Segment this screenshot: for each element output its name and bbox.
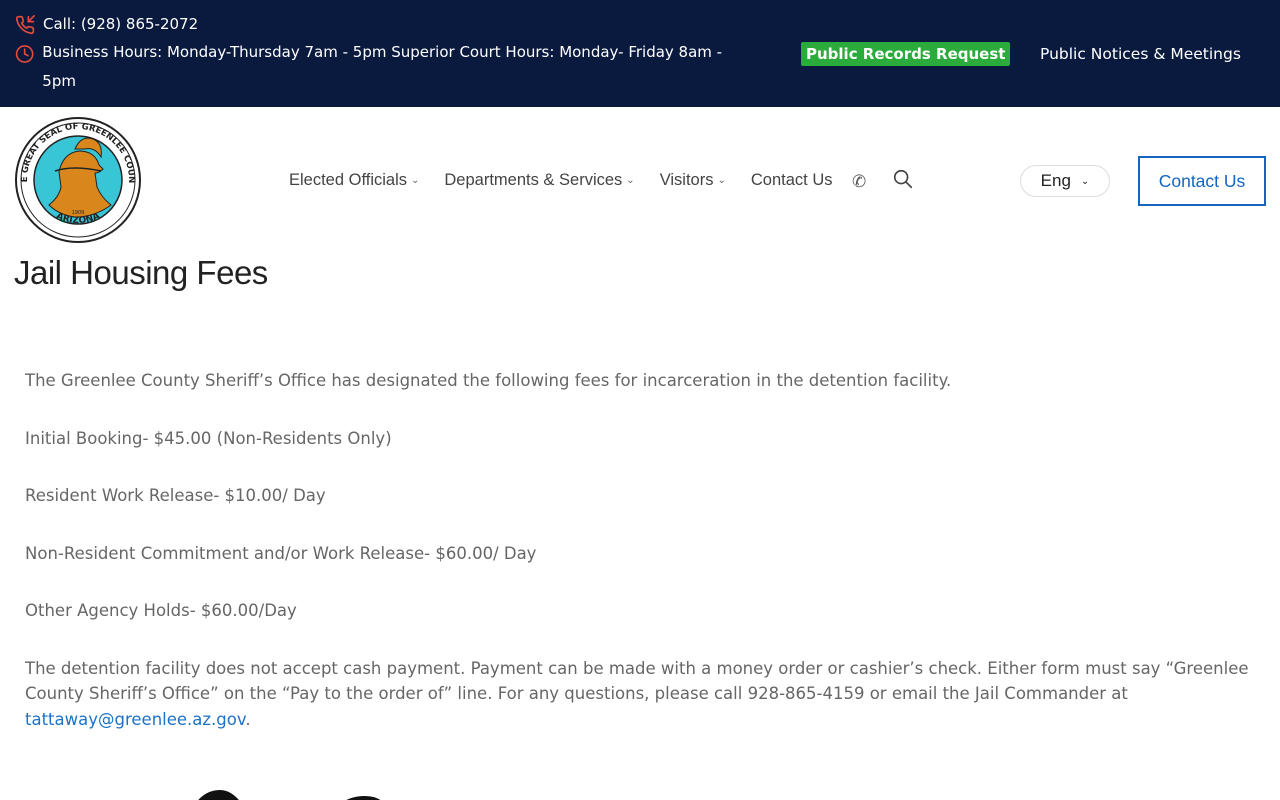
chevron-down-icon: ⌄ (626, 175, 635, 186)
fee-item: Non-Resident Commitment and/or Work Rele… (25, 543, 537, 563)
intro-paragraph: The Greenlee County Sheriff’s Office has… (25, 371, 952, 390)
call-info[interactable]: Call: (928) 865-2072 (15, 14, 198, 35)
public-records-request-button[interactable]: Public Records Request (801, 42, 1011, 66)
period: . (245, 709, 251, 729)
county-seal-logo[interactable]: THE GREAT SEAL OF GREENLEE COUNTY ARIZON… (15, 117, 141, 243)
page-content: The Greenlee County Sheriff’s Office has… (25, 368, 1265, 764)
phone-icon[interactable]: ✆ (852, 172, 866, 192)
nav-label: Contact Us (750, 171, 833, 189)
email-link[interactable]: tattaway@greenlee.az.gov (25, 710, 245, 729)
nav-label: Elected Officials (289, 171, 407, 189)
public-notices-link[interactable]: Public Notices & Meetings (1040, 44, 1241, 64)
business-hours: Business Hours: Monday-Thursday 7am - 5p… (15, 38, 735, 96)
clock-icon (15, 45, 34, 63)
nav-elected-officials[interactable]: Elected Officials ⌄ (289, 171, 419, 190)
top-bar: Call: (928) 865-2072 Business Hours: Mon… (0, 0, 1280, 107)
language-value: Eng (1040, 171, 1071, 190)
chevron-down-icon: ⌄ (717, 175, 726, 186)
svg-text:1909: 1909 (72, 210, 85, 216)
nav-contact-us[interactable]: Contact Us (751, 171, 833, 190)
page-title: Jail Housing Fees (14, 254, 268, 291)
contact-us-button[interactable]: Contact Us (1138, 156, 1266, 206)
search-icon[interactable] (892, 168, 914, 190)
hours-text: Business Hours: Monday-Thursday 7am - 5p… (42, 43, 723, 90)
chevron-down-icon: ⌄ (411, 175, 420, 186)
fee-item: Other Agency Holds- $60.00/Day (25, 601, 297, 620)
language-select[interactable]: Eng ⌄ (1020, 165, 1110, 197)
nav-departments-services[interactable]: Departments & Services ⌄ (444, 171, 634, 190)
main-nav: Elected Officials ⌄ Departments & Servic… (289, 171, 858, 190)
partial-image (198, 790, 381, 800)
phone-incoming-icon (15, 15, 35, 35)
nav-label: Departments & Services (444, 171, 623, 189)
fee-item: Resident Work Release- $10.00/ Day (25, 486, 326, 505)
fee-item: Initial Booking- $45.00 (Non-Residents O… (25, 428, 392, 448)
payment-text: The detention facility does not accept c… (25, 658, 1249, 704)
payment-paragraph: The detention facility does not accept c… (25, 656, 1265, 733)
call-text: Call: (928) 865-2072 (43, 15, 199, 33)
chevron-down-icon: ⌄ (1080, 175, 1090, 187)
nav-visitors[interactable]: Visitors ⌄ (660, 171, 726, 190)
nav-label: Visitors (659, 171, 714, 189)
